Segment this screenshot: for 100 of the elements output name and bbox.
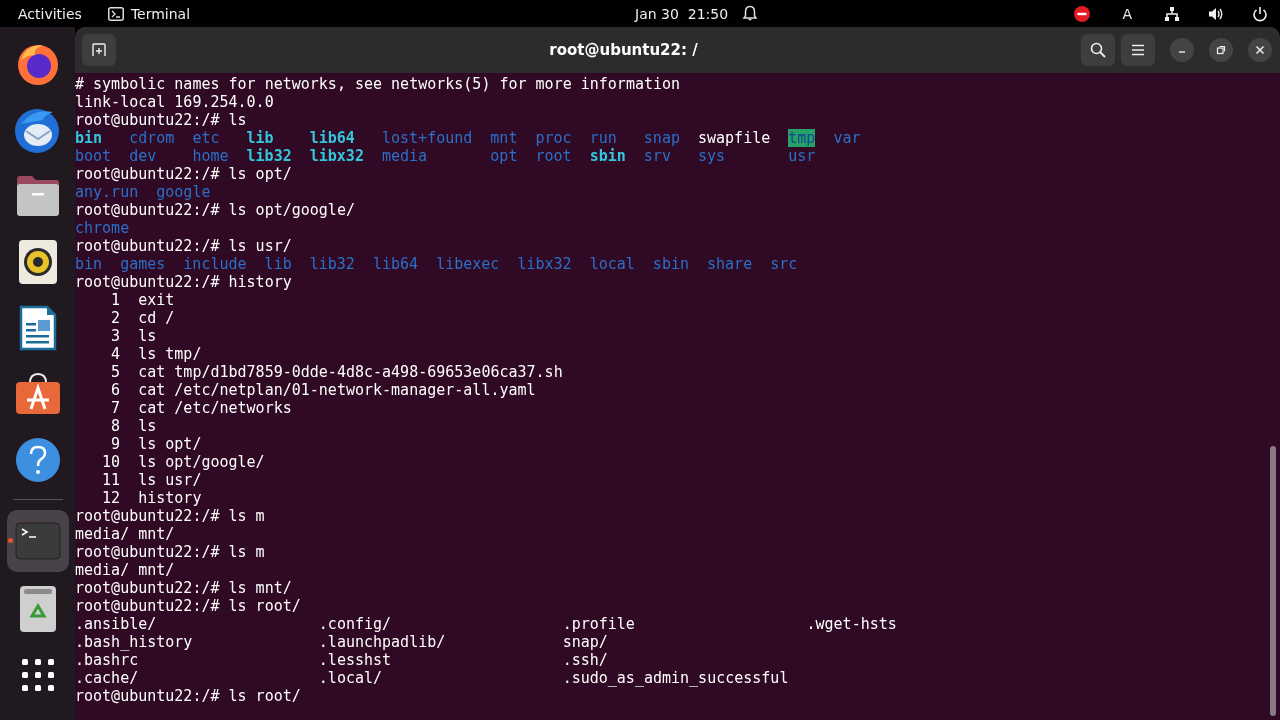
terminal-line: root@ubuntu22:/# ls usr/ [75,237,292,255]
terminal-line: root@ubuntu22:/# ls opt/ [75,165,292,183]
file-name: snap/ [562,633,608,651]
terminal-line: 7 cat /etc/networks [110,399,292,417]
file-name: .bashrc [75,651,139,669]
directory-name: snap [643,129,680,147]
scrollbar-thumb[interactable] [1270,446,1276,716]
link-name: bin [75,129,103,147]
app-menu[interactable]: Terminal [130,5,191,22]
directory-name: opt [490,147,518,165]
file-name: .config/ [318,615,392,633]
directory-name: lib [264,255,292,273]
file-name: .cache/ [75,669,139,687]
help-icon [14,437,61,483]
file-name: .sudo_as_admin_successful [562,669,789,687]
link-name: lib32 [246,147,292,165]
terminal-line: 9 ls opt/ [110,435,202,453]
search-button[interactable] [1081,34,1115,66]
directory-name: media [382,147,428,165]
terminal-line: # symbolic names for networks, see networks(5) for more information [75,75,681,93]
file-name: .local/ [318,669,383,687]
directory-name: local [589,255,635,273]
file-name: .ssh/ [562,651,608,669]
link-name: lib64 [309,129,355,147]
link-name: sbin [589,147,626,165]
directory-name: any.run [75,183,139,201]
shopping-bag-icon [14,373,61,415]
file-name: .wget-hsts [806,615,897,633]
terminal-line: root@ubuntu22:/# ls opt/google/ [75,201,355,219]
directory-name: bin [75,255,103,273]
directory-name: mnt [490,129,518,147]
directory-name: games [120,255,166,273]
terminal-line: 1 exit [110,291,175,309]
document-icon [18,305,57,351]
bell-icon [742,5,759,22]
file-name: .launchpadlib/ [318,633,446,651]
directory-name: sbin [652,255,689,273]
directory-name: libx32 [517,255,572,273]
terminal-icon [107,6,124,21]
directory-name: include [183,255,247,273]
link-name: lib [246,129,274,147]
speaker-icon [18,240,57,284]
terminal-line: media/ mnt/ [75,561,175,579]
terminal-line: 11 ls usr/ [101,471,202,489]
directory-name: lib64 [372,255,419,273]
file-name: .lesshst [318,651,392,669]
terminal-icon [14,522,61,560]
link-name: libx32 [309,147,364,165]
folder-icon [14,175,61,217]
directory-name: home [192,147,229,165]
trash-icon [19,586,56,632]
menu-icon [1131,44,1145,56]
directory-name: cdrom [129,129,175,147]
directory-name: proc [535,129,572,147]
directory-name: tmp [788,129,816,147]
terminal-line: media/ mnt/ [75,525,175,543]
search-icon [1090,42,1106,58]
file-name: .bash_history [75,633,193,651]
terminal-line: 4 ls tmp/ [110,345,202,363]
directory-name: sys [698,147,726,165]
terminal-line: 10 ls opt/google/ [101,453,265,471]
maximize-icon [1216,45,1226,55]
terminal-line: root@ubuntu22:/# ls root/ [75,687,301,705]
terminal-line: root@ubuntu22:/# history [75,273,292,291]
close-button[interactable] [1248,38,1272,62]
file-name: .ansible/ [75,615,157,633]
stop-icon[interactable] [1074,5,1091,22]
terminal-line: root@ubuntu22:/# ls m [75,507,265,525]
terminal-line: link-local 169.254.0.0 [75,93,274,111]
network-icon[interactable] [1164,5,1180,22]
directory-name: dev [129,147,157,165]
terminal-line: root@ubuntu22:/# ls m [75,543,265,561]
clock[interactable]: Jan 30 21:50 [635,5,729,22]
directory-name: chrome [75,219,130,237]
power-icon[interactable] [1252,5,1268,22]
keyboard-layout[interactable]: A [1122,5,1132,22]
directory-name: libexec [436,255,500,273]
directory-name: lib32 [309,255,355,273]
directory-name: etc [192,129,220,147]
directory-name: usr [788,147,816,165]
directory-name: google [156,183,211,201]
directory-name: root [535,147,572,165]
app-grid-icon [21,659,54,691]
menu-button[interactable] [1121,34,1155,66]
terminal-line: 6 cat /etc/netplan/01-network-manager-all.yaml [110,381,536,399]
volume-icon[interactable] [1208,5,1224,22]
window-title: root@ubuntu22: / [548,41,699,59]
minimize-button[interactable] [1170,38,1194,62]
terminal-line: root@ubuntu22:/# ls root/ [75,597,301,615]
terminal-line: 2 cd / [110,309,175,327]
terminal-line: 12 history [101,489,202,507]
directory-name: run [589,129,617,147]
maximize-button[interactable] [1209,38,1233,62]
close-icon [1255,45,1265,55]
terminal-line: 3 ls [110,327,157,345]
activities-button[interactable]: Activities [18,5,82,22]
terminal-line: 5 cat tmp/d1bd7859-0dde-4d8c-a498-69653e06ca37.sh [110,363,563,381]
directory-name: share [707,255,753,273]
new-tab-button[interactable] [82,34,116,66]
add-tab-icon [91,42,107,58]
